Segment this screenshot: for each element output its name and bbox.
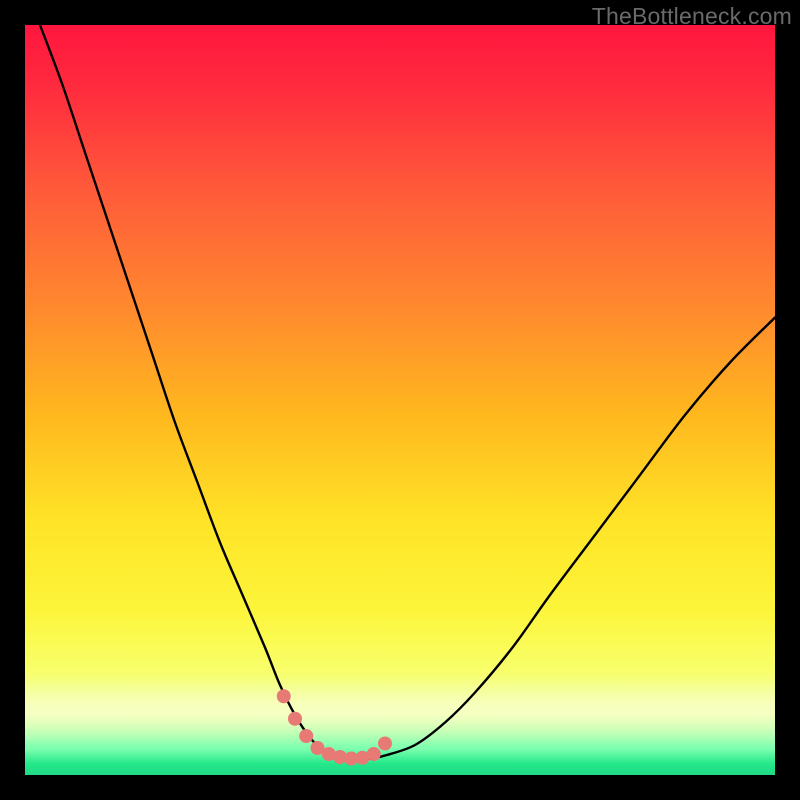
bottleneck-curve <box>40 25 775 759</box>
highlight-dot <box>378 737 392 751</box>
chart-svg <box>25 25 775 775</box>
watermark-text: TheBottleneck.com <box>592 3 792 30</box>
highlight-dot <box>299 729 313 743</box>
highlight-dot <box>277 689 291 703</box>
highlight-dot <box>288 712 302 726</box>
outer-frame: TheBottleneck.com <box>0 0 800 800</box>
highlight-dots <box>277 689 392 765</box>
plot-area <box>25 25 775 775</box>
highlight-dot <box>367 747 381 761</box>
